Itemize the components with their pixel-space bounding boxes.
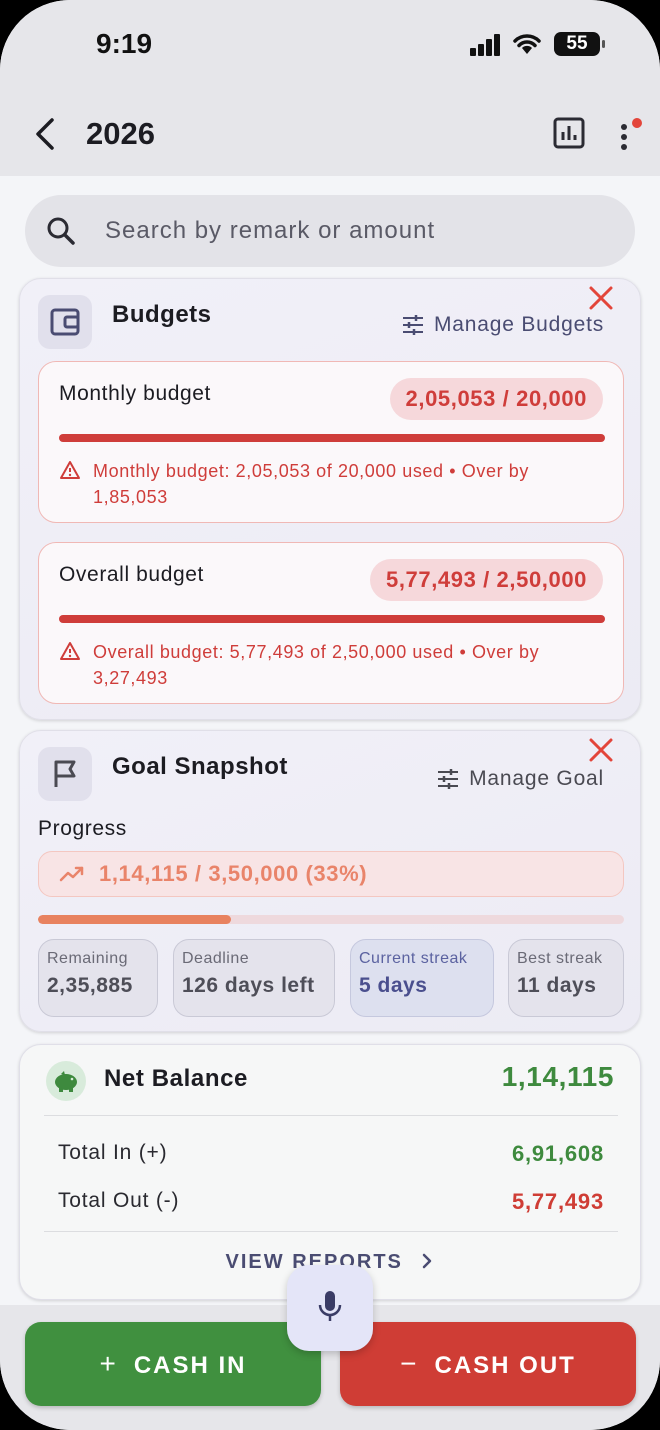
voice-input-button[interactable] <box>287 1265 373 1351</box>
tune-icon <box>403 315 424 335</box>
overall-budget-warning-text: Overall budget: 5,77,493 of 2,50,000 use… <box>93 642 540 688</box>
cash-out-label: CASH OUT <box>434 1352 576 1379</box>
close-budgets-icon[interactable] <box>588 285 614 311</box>
stat-label: Best streak <box>517 950 603 967</box>
wifi-icon <box>513 34 541 54</box>
overall-budget-warning: Overall budget: 5,77,493 of 2,50,000 use… <box>59 639 599 691</box>
screen: 9:19 55 2026 Search by remark or amount … <box>0 0 660 1430</box>
goal-progress-pill: 1,14,115 / 3,50,000 (33%) <box>38 851 624 897</box>
search-input[interactable] <box>105 209 605 253</box>
monthly-budget-box[interactable]: Monthly budget 2,05,053 / 20,000 Monthly… <box>38 361 624 523</box>
monthly-budget-bar <box>59 434 605 442</box>
tune-icon <box>438 769 459 789</box>
chevron-right-icon <box>423 1253 432 1269</box>
goal-title: Goal Snapshot <box>112 753 288 780</box>
stat-value: 5 days <box>359 974 428 997</box>
trending-up-icon <box>59 866 84 882</box>
monthly-budget-amount: 2,05,053 / 20,000 <box>389 378 603 420</box>
monthly-budget-warning: Monthly budget: 2,05,053 of 20,000 used … <box>59 458 599 510</box>
goal-snapshot-card: Goal Snapshot Manage Goal Progress 1,14,… <box>19 730 641 1032</box>
microphone-icon <box>318 1291 342 1321</box>
total-out-amount: 5,77,493 <box>511 1189 604 1214</box>
total-in-amount: 6,91,608 <box>511 1141 604 1166</box>
battery-icon: 55 <box>554 32 605 56</box>
plus-icon: + <box>99 1348 118 1379</box>
stat-value: 2,35,885 <box>47 974 133 997</box>
notification-dot <box>632 118 642 128</box>
monthly-budget-label: Monthly budget <box>59 382 211 405</box>
app-bar: 2026 <box>0 100 660 170</box>
goal-progress-text: 1,14,115 / 3,50,000 (33%) <box>99 861 368 886</box>
budgets-title: Budgets <box>112 301 212 328</box>
flag-icon <box>38 747 92 801</box>
overall-budget-box[interactable]: Overall budget 5,77,493 / 2,50,000 Overa… <box>38 542 624 704</box>
manage-goal-button[interactable]: Manage Goal <box>437 767 604 791</box>
more-options-icon[interactable] <box>616 114 642 154</box>
divider <box>44 1231 618 1232</box>
wallet-icon <box>38 295 92 349</box>
net-balance-amount: 1,14,115 <box>501 1061 614 1092</box>
monthly-budget-warning-text: Monthly budget: 2,05,053 of 20,000 used … <box>93 461 529 507</box>
net-balance-card: Net Balance 1,14,115 Total In (+) 6,91,6… <box>19 1044 641 1300</box>
minus-icon: − <box>400 1348 419 1379</box>
close-goal-icon[interactable] <box>588 737 614 763</box>
reports-chart-icon[interactable] <box>552 116 586 150</box>
page-title: 2026 <box>86 116 155 151</box>
total-in-row: Total In (+) 6,91,608 <box>58 1141 604 1166</box>
cash-out-button[interactable]: − CASH OUT <box>340 1322 636 1406</box>
budgets-card: Budgets Manage Budgets Monthly budget 2,… <box>19 278 641 720</box>
stat-current-streak: Current streak 5 days <box>350 939 494 1017</box>
search-bar[interactable] <box>25 195 635 267</box>
net-balance-title: Net Balance <box>104 1065 248 1092</box>
manage-budgets-button[interactable]: Manage Budgets <box>402 313 604 337</box>
stat-value: 11 days <box>517 974 597 997</box>
stat-deadline: Deadline 126 days left <box>173 939 335 1017</box>
stat-remaining: Remaining 2,35,885 <box>38 939 158 1017</box>
status-time: 9:19 <box>96 28 153 59</box>
cash-in-button[interactable]: + CASH IN <box>25 1322 321 1406</box>
overall-budget-amount: 5,77,493 / 2,50,000 <box>369 559 603 601</box>
goal-progress-bar <box>38 915 624 924</box>
warning-icon <box>60 461 80 479</box>
manage-goal-label: Manage Goal <box>469 767 604 790</box>
stat-label: Deadline <box>182 950 250 967</box>
stat-label: Current streak <box>359 950 468 967</box>
back-arrow-icon[interactable] <box>30 116 60 152</box>
cash-in-label: CASH IN <box>133 1352 247 1379</box>
stat-label: Remaining <box>47 950 128 967</box>
goal-progress-fill <box>38 915 232 924</box>
progress-label: Progress <box>38 817 127 840</box>
stat-value: 126 days left <box>182 974 315 997</box>
stat-best-streak: Best streak 11 days <box>508 939 624 1017</box>
cellular-signal-icon <box>470 34 502 56</box>
overall-budget-label: Overall budget <box>59 563 204 586</box>
total-out-row: Total Out (-) 5,77,493 <box>58 1189 604 1214</box>
divider <box>44 1115 618 1116</box>
search-icon <box>47 217 75 245</box>
status-bar: 9:19 55 <box>0 0 660 90</box>
overall-budget-bar <box>59 615 605 623</box>
manage-budgets-label: Manage Budgets <box>434 313 604 336</box>
warning-icon <box>60 642 80 660</box>
piggy-bank-icon <box>46 1061 86 1101</box>
